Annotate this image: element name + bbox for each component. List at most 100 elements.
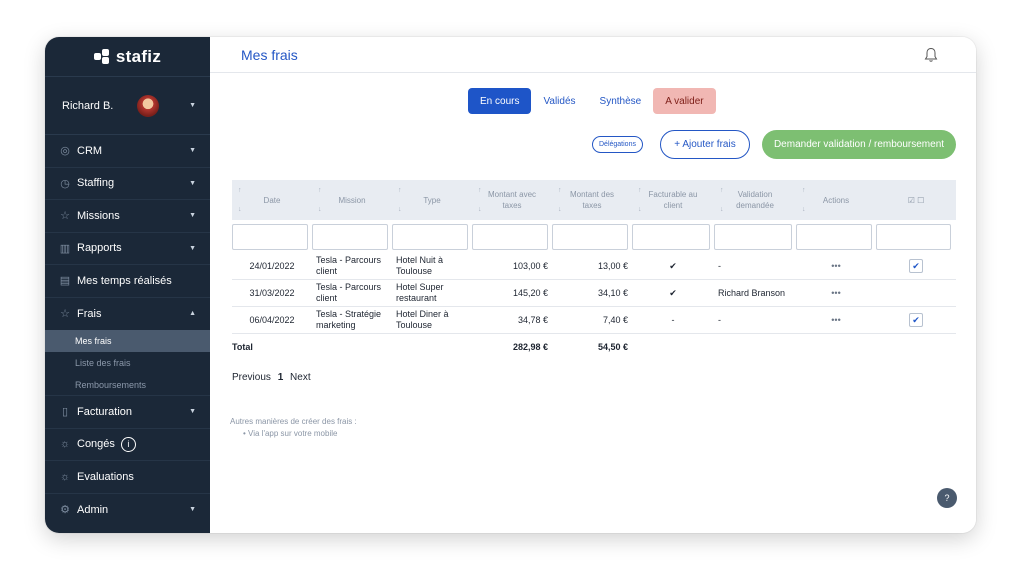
cell-facturable: - (671, 314, 675, 325)
table-row[interactable]: 31/03/2022 Tesla - Parcours client Hotel… (232, 280, 956, 307)
sidebar-item-missions[interactable]: ☆ Missions ▼ (45, 200, 210, 233)
brand-name: stafiz (115, 46, 162, 66)
sidebar-subitem-liste-frais[interactable]: Liste des frais (45, 352, 210, 374)
sun-icon: ☼ (59, 438, 71, 451)
filter-mission-input[interactable] (312, 224, 388, 250)
document-icon: ▯ (61, 406, 69, 419)
sort-down-icon: ↓ (558, 206, 562, 213)
star-icon: ☆ (60, 210, 70, 223)
row-actions-menu[interactable]: ••• (796, 261, 876, 272)
column-label: Validation demandée (736, 190, 774, 210)
sidebar-item-facturation[interactable]: ▯ Facturation ▼ (45, 396, 210, 429)
sidebar-item-evaluations[interactable]: ☼ Evaluations (45, 461, 210, 494)
tab-valides[interactable]: Validés (531, 88, 587, 114)
sidebar-item-label: Staffing (77, 177, 115, 190)
sidebar-item-frais[interactable]: ☆ Frais ▲ (45, 298, 210, 331)
sidebar-item-label: Facturation (77, 405, 133, 418)
cell-validation: - (718, 260, 721, 271)
sun-icon: ☼ (59, 470, 71, 483)
column-header-actions[interactable]: ↑ ↓ Actions (796, 180, 876, 220)
sort-down-icon: ↓ (638, 206, 642, 213)
sidebar-item-crm[interactable]: ◎ CRM ▼ (45, 135, 210, 168)
sidebar-subitem-mes-frais[interactable]: Mes frais (45, 330, 210, 352)
filter-select-input[interactable] (876, 224, 951, 250)
column-header-mission[interactable]: ↑ ↓ Mission (312, 180, 392, 220)
cell-date: 31/03/2022 (249, 287, 295, 298)
previous-page-link[interactable]: Previous (232, 372, 271, 383)
column-label: Date (263, 195, 281, 205)
filter-validation-input[interactable] (714, 224, 792, 250)
sidebar-item-label: Evaluations (77, 470, 134, 483)
filter-taxes-input[interactable] (552, 224, 628, 250)
column-header-facturable[interactable]: ↑ ↓ Facturable au client (632, 180, 714, 220)
filter-date-input[interactable] (232, 224, 308, 250)
filter-row (232, 224, 956, 250)
row-actions-menu[interactable]: ••• (796, 288, 876, 299)
tab-synthese[interactable]: Synthèse (588, 88, 654, 114)
sidebar-item-staffing[interactable]: ◷ Staffing ▼ (45, 168, 210, 200)
filter-actions-input[interactable] (796, 224, 872, 250)
stafiz-logo-icon (93, 48, 110, 65)
cell-mission: Tesla - Parcours client (316, 255, 382, 276)
current-page[interactable]: 1 (278, 372, 284, 383)
chevron-down-icon: ▼ (189, 179, 196, 187)
table-row[interactable]: 24/01/2022 Tesla - Parcours client Hotel… (232, 253, 956, 280)
tab-en-cours[interactable]: En cours (468, 88, 532, 114)
table-row[interactable]: 06/04/2022 Tesla - Stratégie marketing H… (232, 307, 956, 334)
cell-date: 24/01/2022 (249, 260, 295, 271)
table-header: ↑ ↓ Date ↑ ↓ Mission ↑ ↓ Type ↑ ↓ Montant avec t… (232, 180, 956, 220)
sort-up-icon: ↑ (318, 187, 322, 194)
total-label: Total (232, 341, 253, 352)
sidebar-item-label: Frais (77, 307, 102, 320)
sidebar-item-conges[interactable]: ☼ Congés i (45, 429, 210, 461)
cell-date: 06/04/2022 (249, 314, 295, 325)
sidebar-item-label: Missions (77, 209, 120, 222)
sidebar-item-label: Congés (77, 438, 115, 451)
row-checkbox[interactable]: ✔ (909, 313, 923, 327)
clock-icon: ◷ (60, 177, 70, 190)
sidebar-item-temps[interactable]: ▤ Mes temps réalisés (45, 265, 210, 298)
column-header-validation[interactable]: ↑ ↓ Validation demandée (714, 180, 796, 220)
delegations-button[interactable]: Délégations (592, 136, 643, 153)
column-header-type[interactable]: ↑ ↓ Type (392, 180, 472, 220)
column-header-taxes[interactable]: ↑ ↓ Montant des taxes (552, 180, 632, 220)
select-all-checkbox[interactable]: ☑ ☐ (908, 195, 925, 206)
total-row: Total 282,98 € 54,50 € (232, 337, 956, 357)
info-icon[interactable]: i (120, 436, 136, 452)
hint-item: • Via l'app sur votre mobile (243, 429, 338, 438)
sidebar-item-rapports[interactable]: ▥ Rapports ▼ (45, 233, 210, 265)
column-label: Actions (822, 195, 850, 205)
hint-title: Autres manières de créer des frais : (230, 417, 357, 426)
sidebar-subitem-remboursements[interactable]: Remboursements (45, 374, 210, 396)
tab-a-valider[interactable]: A valider (653, 88, 716, 114)
help-icon[interactable]: ? (937, 488, 957, 508)
cell-montant: 103,00 € (512, 260, 548, 271)
filter-type-input[interactable] (392, 224, 468, 250)
row-actions-menu[interactable]: ••• (796, 315, 876, 326)
bell-icon[interactable] (924, 47, 938, 63)
add-expense-button[interactable]: + Ajouter frais (660, 130, 750, 159)
sort-up-icon: ↑ (802, 187, 806, 194)
column-header-select[interactable]: ☑ ☐ (876, 180, 956, 220)
user-name: Richard B. (62, 99, 114, 112)
sidebar-item-label: Rapports (77, 242, 122, 255)
next-page-link[interactable]: Next (290, 372, 311, 383)
filter-montant-input[interactable] (472, 224, 548, 250)
cell-validation: - (718, 314, 721, 325)
sidebar-item-admin[interactable]: ⚙ Admin ▼ (45, 494, 210, 527)
logo[interactable]: stafiz (45, 37, 210, 77)
chevron-down-icon: ▼ (189, 212, 196, 220)
star-icon: ☆ (60, 308, 70, 321)
sort-up-icon: ↑ (720, 187, 724, 194)
column-header-montant[interactable]: ↑ ↓ Montant avec taxes (472, 180, 552, 220)
cell-validation: Richard Branson (718, 287, 786, 298)
crm-icon: ◎ (60, 145, 70, 158)
page-title: Mes frais (241, 46, 298, 63)
filter-facturable-input[interactable] (632, 224, 710, 250)
column-label: Montant des taxes (569, 190, 615, 210)
row-checkbox[interactable]: ✔ (909, 259, 923, 273)
request-validation-button[interactable]: Demander validation / remboursement (762, 130, 956, 159)
column-header-date[interactable]: ↑ ↓ Date (232, 180, 312, 220)
cell-mission: Tesla - Stratégie marketing (316, 309, 382, 330)
user-menu[interactable]: Richard B. ▼ (45, 77, 210, 135)
